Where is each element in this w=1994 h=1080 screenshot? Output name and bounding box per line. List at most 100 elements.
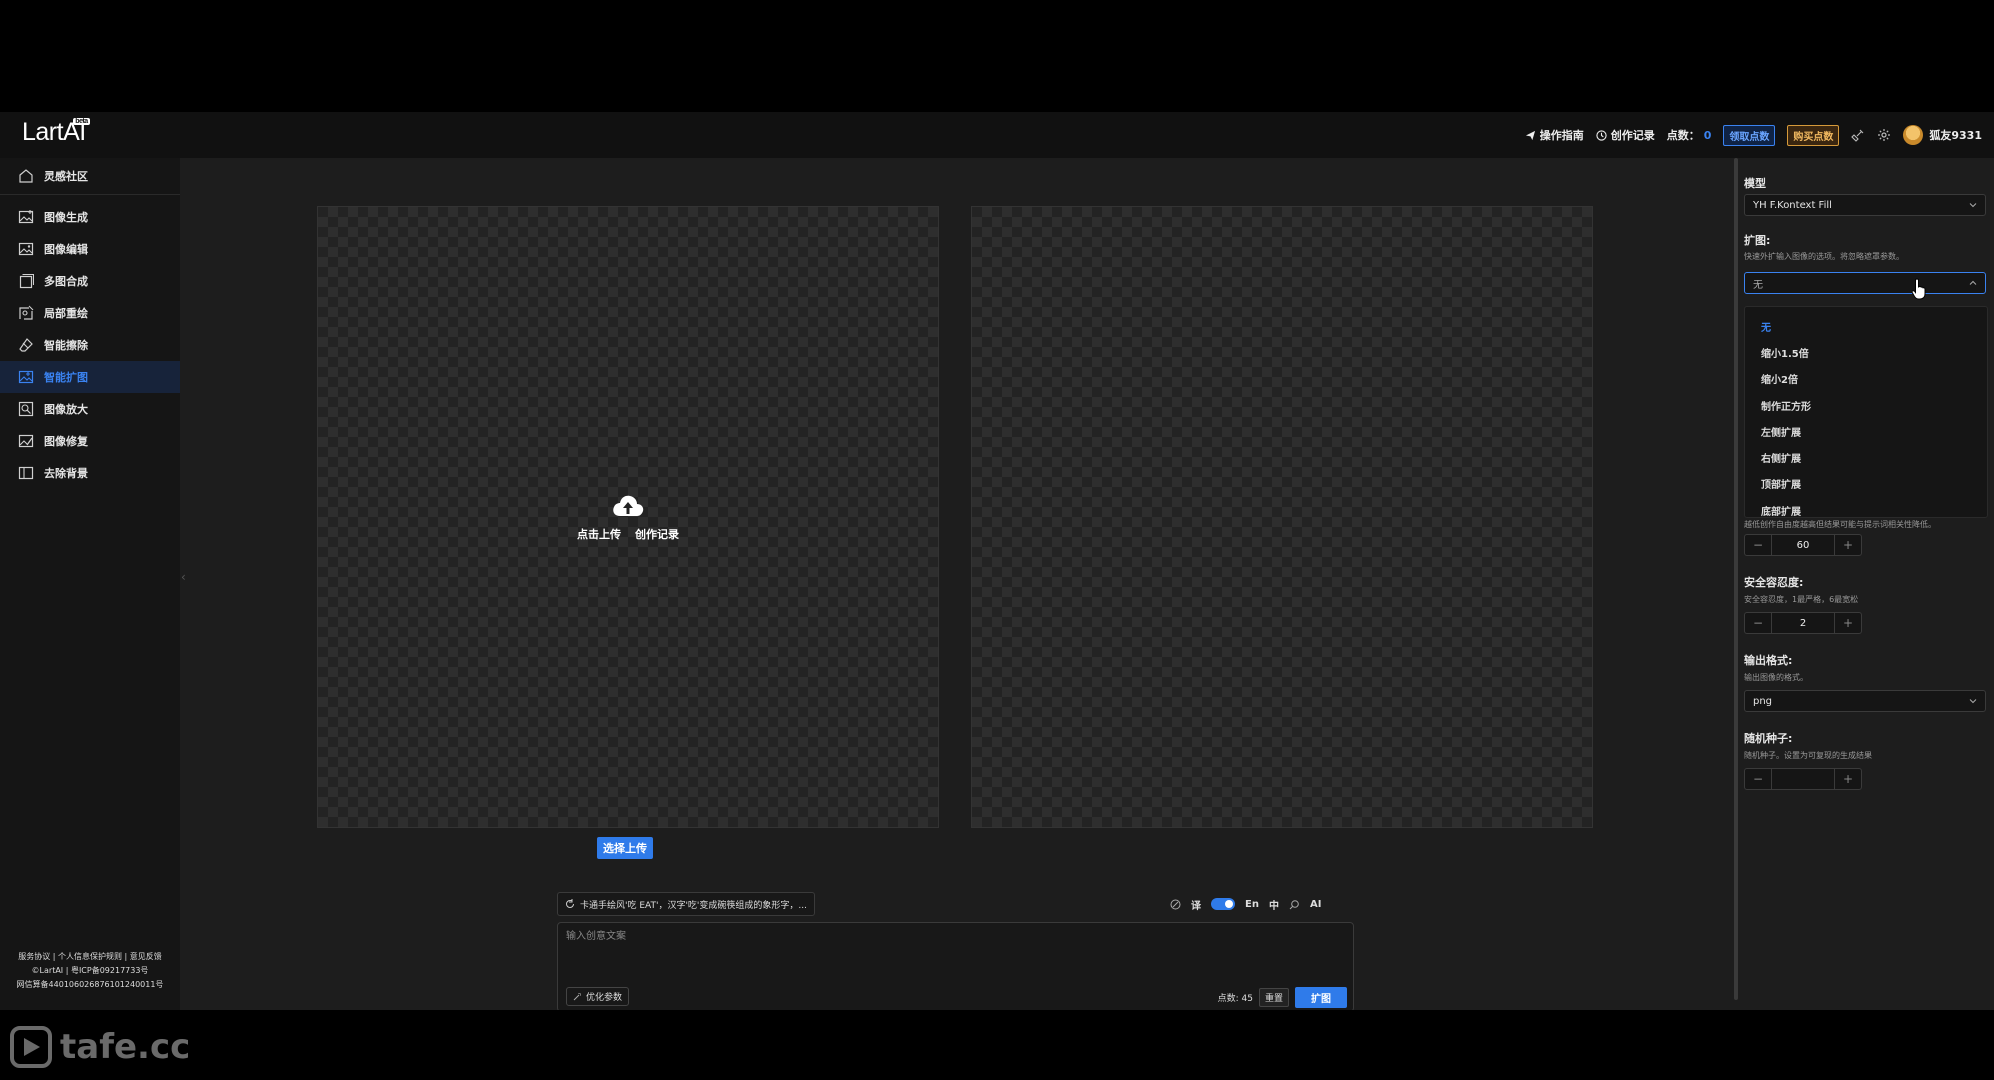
seed-value[interactable] — [1771, 769, 1835, 789]
ai-button[interactable]: AI — [1310, 899, 1321, 910]
sidebar-item-label: 多图合成 — [44, 275, 88, 288]
expand-option[interactable]: 缩小2倍 — [1745, 366, 1987, 392]
logo[interactable]: LartAI beta — [22, 118, 90, 147]
submit-expand-button[interactable]: 扩图 — [1295, 987, 1347, 1008]
get-points-button[interactable]: 领取点数 — [1723, 124, 1776, 146]
sidebar-item-label: 图像编辑 — [44, 243, 88, 256]
optimize-params-button[interactable]: 优化参数 — [566, 987, 630, 1006]
safety-stepper[interactable]: − 2 + — [1744, 612, 1862, 634]
sidebar-item-label: 图像生成 — [44, 211, 88, 224]
expand-label: 扩图: — [1744, 234, 1771, 247]
sidebar-item-remove-bg[interactable]: 去除背景 — [0, 457, 180, 489]
sidebar-item-image-edit[interactable]: 图像编辑 — [0, 233, 180, 265]
gear-icon[interactable] — [1877, 128, 1891, 142]
expand-description: 快速外扩输入图像的选项。将忽略遮罩参数。 — [1744, 252, 1904, 261]
send-icon — [1525, 130, 1535, 140]
upload-area[interactable]: 点击上传 创作记录 — [318, 207, 938, 827]
cost-points: 点数: 45 — [1217, 994, 1253, 1004]
prompt-example[interactable]: 卡通手绘风'吃 EAT'，汉字'吃'变成碗筷组成的象形字，... — [557, 892, 815, 916]
safety-increment-button[interactable]: + — [1835, 613, 1861, 633]
format-label: 输出格式: — [1744, 654, 1793, 667]
model-select[interactable]: YH F.Kontext Fill — [1744, 194, 1986, 216]
steps-decrement-button[interactable]: − — [1745, 535, 1771, 555]
footer-icp: ©LartAI | 粤ICP备09217733号 — [31, 966, 149, 975]
expand-select[interactable]: 无 — [1744, 272, 1986, 294]
prompt-input[interactable] — [566, 927, 1346, 967]
expand-option[interactable]: 底部扩展 — [1745, 497, 1987, 523]
header-actions: 操作指南 创作记录 点数： 0 领取点数 购买点数 狐友9331 — [1525, 112, 1982, 158]
history-link[interactable]: 创作记录 — [1596, 127, 1655, 143]
expand-option[interactable]: 制作正方形 — [1745, 392, 1987, 418]
broom-icon[interactable] — [1851, 128, 1865, 142]
sidebar-item-outpaint[interactable]: 智能扩图 — [0, 361, 180, 393]
buy-points-button[interactable]: 购买点数 — [1787, 124, 1840, 146]
sidebar-divider — [0, 194, 180, 195]
main-scrollbar[interactable] — [1734, 158, 1738, 1000]
model-select-value: YH F.Kontext Fill — [1753, 199, 1832, 211]
points-display: 点数： 0 — [1667, 127, 1712, 143]
lang-zh-button[interactable]: 中 — [1269, 897, 1279, 912]
chevron-down-icon — [1969, 203, 1977, 208]
sidebar-item-eraser[interactable]: 智能擦除 — [0, 329, 180, 361]
prompt-tools: 译 En 中 AI — [1170, 895, 1321, 913]
cloud-upload-icon — [613, 495, 644, 516]
sidebar-item-community[interactable]: 灵感社区 — [0, 160, 180, 192]
sidebar-item-label: 去除背景 — [44, 467, 88, 480]
prompt-actions: 点数: 45 重置 扩图 — [1218, 987, 1347, 1008]
lang-en-button[interactable]: En — [1245, 899, 1259, 910]
safety-description: 安全容忍度，1最严格，6最宽松 — [1744, 595, 1859, 604]
sidebar-collapse-handle[interactable]: ‹ — [181, 570, 191, 594]
outpaint-icon — [18, 370, 34, 384]
select-upload-button[interactable]: 选择上传 — [597, 837, 653, 859]
seed-stepper[interactable]: − + — [1744, 768, 1862, 790]
logo-badge: beta — [73, 118, 90, 125]
safety-value[interactable]: 2 — [1771, 613, 1835, 633]
expand-option[interactable]: 左侧扩展 — [1745, 418, 1987, 444]
repair-icon — [18, 434, 34, 448]
search-icon[interactable] — [1289, 899, 1300, 910]
seed-description: 随机种子。设置为可复现的生成结果 — [1744, 751, 1872, 760]
safety-decrement-button[interactable]: − — [1745, 613, 1771, 633]
sidebar-item-multi-image[interactable]: 多图合成 — [0, 265, 180, 297]
inpaint-icon — [19, 305, 34, 320]
sidebar-item-zoom[interactable]: 图像放大 — [0, 393, 180, 425]
steps-value[interactable]: 60 — [1771, 535, 1835, 555]
letterbox-top — [0, 0, 1994, 112]
expand-option[interactable]: 顶部扩展 — [1745, 471, 1987, 497]
click-upload-link[interactable]: 点击上传 — [577, 526, 621, 542]
clear-icon[interactable] — [1170, 899, 1181, 910]
home-icon — [19, 169, 33, 183]
avatar — [1903, 125, 1924, 145]
expand-select-value: 无 — [1753, 279, 1763, 291]
expand-option[interactable]: 无 — [1745, 313, 1987, 339]
app-window: LartAI beta 操作指南 创作记录 点数： 0 领取点数 购买点数 狐友… — [0, 112, 1994, 1012]
expand-option[interactable]: 右侧扩展 — [1745, 444, 1987, 470]
sidebar-item-image-gen[interactable]: 图像生成 — [0, 201, 180, 233]
guide-link[interactable]: 操作指南 — [1525, 127, 1584, 143]
canvas-history-link[interactable]: 创作记录 — [635, 526, 679, 542]
sidebar-item-label: 智能擦除 — [44, 339, 88, 352]
footer-links[interactable]: 服务协议 | 个人信息保护规则 | 意见反馈 — [0, 950, 180, 964]
source-canvas[interactable]: 点击上传 创作记录 — [317, 206, 939, 828]
sidebar-item-repair[interactable]: 图像修复 — [0, 425, 180, 457]
seed-decrement-button[interactable]: − — [1745, 769, 1771, 789]
format-select[interactable]: png — [1744, 690, 1986, 712]
optimize-params-label: 优化参数 — [586, 993, 623, 1003]
sidebar-item-label: 图像放大 — [44, 403, 88, 416]
steps-stepper[interactable]: − 60 + — [1744, 534, 1862, 556]
sidebar: 灵感社区 图像生成 图像编辑 多图合成 局部重绘 智能擦除 智能扩图 图像放大 … — [0, 158, 180, 1010]
image-edit-icon — [18, 242, 34, 256]
user-menu[interactable]: 狐友9331 — [1903, 125, 1982, 145]
seed-increment-button[interactable]: + — [1835, 769, 1861, 789]
sidebar-item-label: 灵感社区 — [44, 170, 88, 183]
sidebar-item-inpaint[interactable]: 局部重绘 — [0, 297, 180, 329]
letterbox-bottom — [0, 1010, 1994, 1080]
expand-option[interactable]: 缩小1.5倍 — [1745, 339, 1987, 365]
reset-button[interactable]: 重置 — [1258, 988, 1289, 1007]
multi-image-icon — [19, 273, 34, 289]
image-gen-icon — [18, 210, 34, 224]
hand-cursor-icon — [1911, 278, 1926, 300]
translate-toggle[interactable] — [1211, 898, 1235, 910]
steps-increment-button[interactable]: + — [1835, 535, 1861, 555]
sidebar-item-label: 智能扩图 — [44, 371, 88, 384]
